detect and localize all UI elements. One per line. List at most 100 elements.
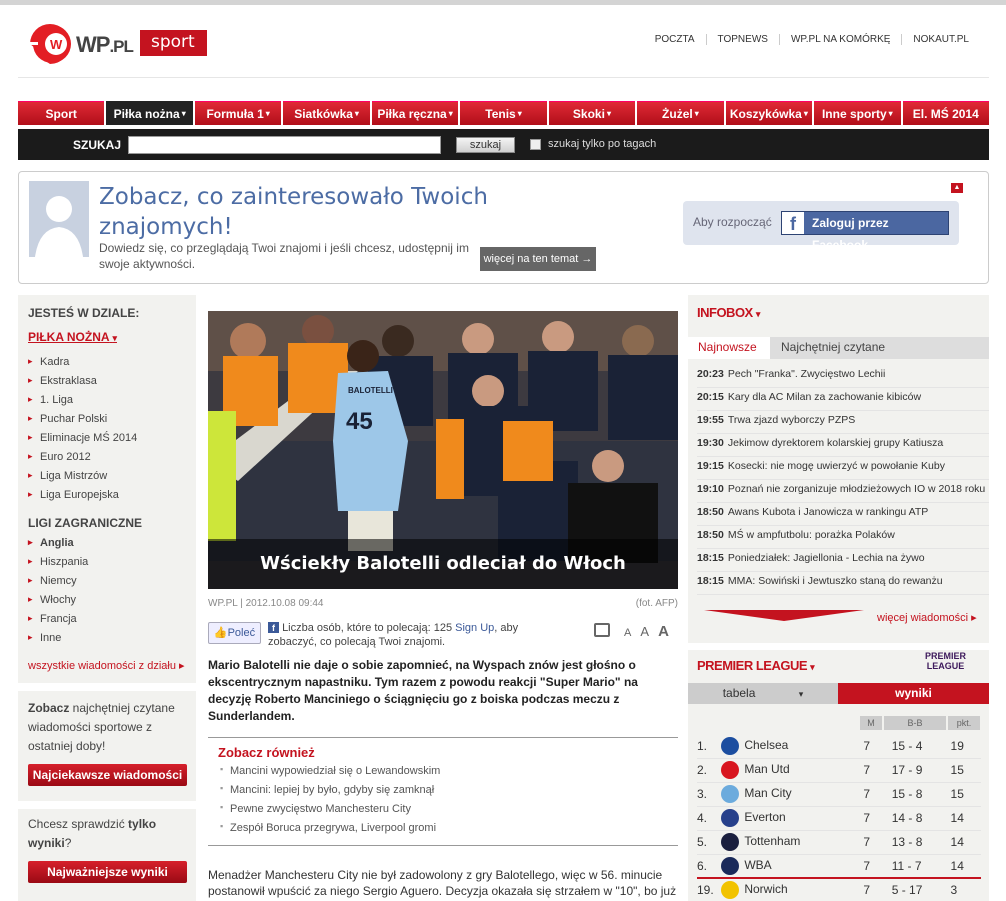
- table-row[interactable]: 2. Man Utd 7 17 - 9 15: [697, 758, 981, 782]
- news-item[interactable]: 20:15 Kary dla AC Milan za zachowanie kib…: [697, 388, 989, 411]
- most-interesting-button[interactable]: Najciekawsze wiadomości: [28, 764, 187, 786]
- wp-logo-icon[interactable]: W: [26, 22, 74, 66]
- news-item[interactable]: 19:30 Jekimow dyrektorem kolarskiej grupy…: [697, 434, 989, 457]
- font-small-button[interactable]: A: [624, 627, 631, 639]
- news-item[interactable]: 18:15 Poniedziałek: Jagiellonia - Lechia …: [697, 549, 989, 572]
- tab-table[interactable]: tabela ▾: [688, 683, 838, 704]
- top-link-nokaut[interactable]: NOKAUT.PL: [901, 34, 980, 45]
- news-item[interactable]: 19:55 Trwa zjazd wyborczy PZPS: [697, 411, 989, 434]
- news-item[interactable]: 19:10 Poznań nie zorganizuje młodzieżowyc…: [697, 480, 989, 503]
- sidebar-item-anglia[interactable]: Anglia: [28, 537, 88, 556]
- sidebar-item-euro-2012[interactable]: Euro 2012: [28, 451, 137, 470]
- section-link-pilka-nozna[interactable]: PIŁKA NOŻNA ▾: [28, 330, 117, 344]
- see-also-link[interactable]: Zespół Boruca przegrywa, Liverpool gromi: [220, 821, 440, 841]
- top-link-poczta[interactable]: POCZTA: [644, 34, 706, 45]
- font-medium-button[interactable]: A: [640, 624, 649, 639]
- news-item[interactable]: 19:15 Kosecki: nie mogę uwierzyć w powoła…: [697, 457, 989, 480]
- print-icon[interactable]: [594, 623, 610, 637]
- team-matches: 7: [863, 811, 871, 825]
- facebook-signup-link[interactable]: Sign Up: [455, 622, 494, 634]
- more-info-button[interactable]: więcej na ten temat →: [480, 247, 596, 271]
- sidebar-item-1-liga[interactable]: 1. Liga: [28, 394, 137, 413]
- nav-item-el-ms-2014[interactable]: El. MŚ 2014: [902, 101, 989, 125]
- team-name-cell[interactable]: Tottenham: [721, 830, 863, 854]
- sidebar-item-hiszpania[interactable]: Hiszpania: [28, 556, 88, 575]
- nav-item-formula1[interactable]: Formuła 1 ▾: [194, 101, 282, 125]
- table-row[interactable]: 4. Everton 7 14 - 8 14: [697, 806, 981, 830]
- team-name-cell[interactable]: Chelsea: [721, 734, 863, 758]
- scroll-down-arrow-icon[interactable]: [704, 610, 864, 621]
- facebook-box-title: Zobacz, co zainteresowało Twoich znajomy…: [99, 184, 488, 240]
- news-item[interactable]: 18:15 MMA: Sowiński i Jewtuszko staną do …: [697, 572, 989, 595]
- nav-item-tenis[interactable]: Tenis ▾: [460, 101, 547, 125]
- sidebar-item-liga-europejska[interactable]: Liga Europejska: [28, 489, 137, 508]
- table-row[interactable]: 5. Tottenham 7 13 - 8 14: [697, 830, 981, 854]
- search-button[interactable]: szukaj: [456, 137, 515, 153]
- team-name-cell[interactable]: Man Utd: [721, 758, 863, 782]
- sidebar-item-inne[interactable]: Inne: [28, 632, 88, 651]
- more-news-link[interactable]: więcej wiadomości ▸: [877, 611, 977, 624]
- section-tag[interactable]: sport: [140, 30, 207, 56]
- nav-item-skoki[interactable]: Skoki ▾: [548, 101, 636, 125]
- tags-only-checkbox[interactable]: [530, 139, 541, 150]
- tab-popular[interactable]: Najchętniej czytane: [781, 340, 885, 354]
- nav-item-siatkowka[interactable]: Siatkówka ▾: [283, 101, 370, 125]
- tags-only-label: szukaj tylko po tagach: [548, 138, 657, 150]
- table-row[interactable]: 19. Norwich 7 5 - 17 3: [697, 878, 981, 901]
- premier-league-title[interactable]: PREMIER LEAGUE ▾: [697, 658, 815, 673]
- collapse-icon[interactable]: ▲: [951, 183, 963, 193]
- facebook-login-button[interactable]: f Zaloguj przez Facebook: [781, 211, 949, 252]
- nav-item-sport[interactable]: Sport: [18, 101, 105, 125]
- team-position: 3.: [697, 787, 708, 801]
- tab-results[interactable]: wyniki: [838, 683, 989, 704]
- table-row[interactable]: 1. Chelsea 7 15 - 4 19: [697, 734, 981, 758]
- facebook-recommend-button[interactable]: 👍Poleć: [208, 622, 261, 644]
- nav-item-inne-sporty[interactable]: Inne sporty ▾: [814, 101, 901, 125]
- sidebar-item-wlochy[interactable]: Włochy: [28, 594, 88, 613]
- team-position: 1.: [697, 738, 708, 753]
- infobox-title[interactable]: INFOBOX ▾: [697, 305, 760, 320]
- sidebar-item-liga-mistrzow[interactable]: Liga Mistrzów: [28, 470, 137, 489]
- chevron-down-icon: ▾: [265, 109, 270, 118]
- column-matches: M: [860, 716, 882, 730]
- nav-item-pilka-reczna[interactable]: Piłka ręczna ▾: [371, 101, 459, 125]
- article-hero-image[interactable]: 45 BALOTELLI Wściekły Balotelli odleciał…: [208, 311, 678, 589]
- font-large-button[interactable]: A: [658, 623, 669, 640]
- nav-item-pilka-nozna[interactable]: Piłka nożna ▾: [106, 101, 193, 125]
- see-also-link[interactable]: Mancini wypowiedział się o Lewandowskim: [220, 764, 440, 784]
- team-points: 19: [950, 738, 964, 753]
- sidebar-item-kadra[interactable]: Kadra: [28, 356, 137, 375]
- team-crest-icon: [721, 833, 740, 851]
- team-matches: 7: [863, 835, 871, 849]
- key-results-button[interactable]: Najważniejsze wyniki: [28, 861, 187, 883]
- top-link-mobile[interactable]: WP.PL NA KOMÓRKĘ: [778, 34, 901, 45]
- left-sidebar: JESTEŚ W DZIALE: PIŁKA NOŻNA ▾ Kadra Eks…: [18, 295, 196, 901]
- wp-logo-text[interactable]: WP.PL: [76, 32, 134, 58]
- team-name-cell[interactable]: Everton: [721, 806, 863, 830]
- top-link-topnews[interactable]: TOPNEWS: [705, 34, 779, 45]
- login-prompt: Aby rozpocząć: [693, 215, 772, 229]
- nav-item-zuzel[interactable]: Żużel ▾: [637, 101, 724, 125]
- all-section-news-link[interactable]: wszystkie wiadomości z działu ▸: [28, 659, 185, 672]
- see-also-link[interactable]: Mancini: lepiej by było, gdyby się zamkn…: [220, 783, 440, 803]
- team-name-cell[interactable]: Norwich: [721, 878, 863, 901]
- see-also-link[interactable]: Pewne zwycięstwo Manchesteru City: [220, 802, 440, 822]
- nav-item-koszykowka[interactable]: Koszykówka ▾: [725, 101, 813, 125]
- sidebar-item-eliminacje[interactable]: Eliminacje MŚ 2014: [28, 432, 137, 451]
- table-row[interactable]: 6. WBA 7 11 - 7 14: [697, 854, 981, 878]
- team-crest-icon: [721, 736, 740, 755]
- news-item[interactable]: 18:50 Awans Kubota i Janowicza w rankingu…: [697, 503, 989, 526]
- sidebar-item-puchar-polski[interactable]: Puchar Polski: [28, 413, 137, 432]
- hero-caption[interactable]: Wściekły Balotelli odleciał do Włoch: [208, 539, 678, 589]
- sidebar-item-francja[interactable]: Francja: [28, 613, 88, 632]
- photo-credit: (fot. AFP): [635, 598, 678, 609]
- table-row[interactable]: 3. Man City 7 15 - 8 15: [697, 782, 981, 806]
- tab-newest[interactable]: Najnowsze: [688, 337, 770, 359]
- news-item[interactable]: 18:50 MŚ w ampfutbolu: porażka Polaków: [697, 526, 989, 549]
- search-input[interactable]: [128, 136, 441, 154]
- team-name-cell[interactable]: WBA: [721, 854, 863, 878]
- news-item[interactable]: 20:23 Pech "Franka". Zwycięstwo Lechii: [697, 365, 989, 388]
- team-name-cell[interactable]: Man City: [721, 782, 863, 806]
- sidebar-item-ekstraklasa[interactable]: Ekstraklasa: [28, 375, 137, 394]
- sidebar-item-niemcy[interactable]: Niemcy: [28, 575, 88, 594]
